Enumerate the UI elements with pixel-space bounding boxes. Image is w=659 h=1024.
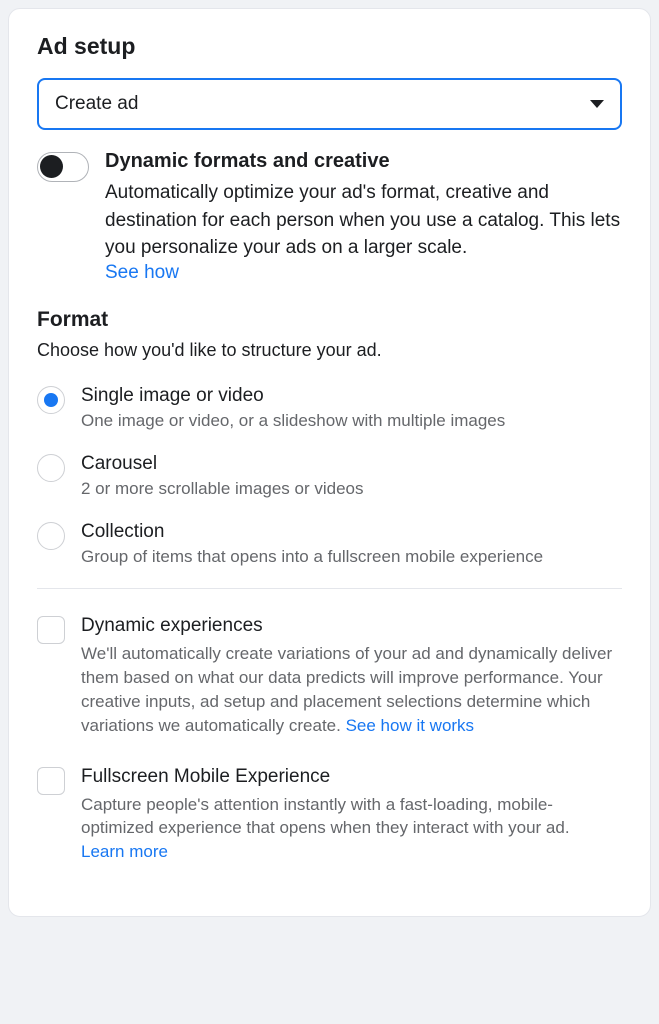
dynamic-creative-description: Automatically optimize your ad's format,…: [105, 179, 622, 262]
dynamic-experiences-description: We'll automatically create variations of…: [81, 642, 622, 737]
format-title: Format: [37, 308, 622, 332]
option-title: Collection: [81, 521, 622, 543]
checkbox-content: Fullscreen Mobile Experience Capture peo…: [81, 766, 622, 864]
fullscreen-mobile-description: Capture people's attention instantly wit…: [81, 793, 622, 864]
format-option-single[interactable]: Single image or video One image or video…: [37, 385, 622, 433]
option-title: Single image or video: [81, 385, 622, 407]
select-value: Create ad: [55, 93, 138, 115]
see-how-it-works-link[interactable]: See how it works: [346, 716, 475, 735]
page-title: Ad setup: [37, 33, 622, 60]
learn-more-link[interactable]: Learn more: [81, 842, 168, 861]
radio-content: Carousel 2 or more scrollable images or …: [81, 453, 622, 501]
option-description: Group of items that opens into a fullscr…: [81, 546, 622, 569]
dynamic-experiences-checkbox[interactable]: [37, 616, 65, 644]
fullscreen-mobile-row: Fullscreen Mobile Experience Capture peo…: [37, 766, 622, 864]
format-option-carousel[interactable]: Carousel 2 or more scrollable images or …: [37, 453, 622, 501]
option-description: 2 or more scrollable images or videos: [81, 478, 622, 501]
radio-collection[interactable]: [37, 522, 65, 550]
format-option-collection[interactable]: Collection Group of items that opens int…: [37, 521, 622, 569]
checkbox-content: Dynamic experiences We'll automatically …: [81, 615, 622, 737]
ad-setup-card: Ad setup Create ad Dynamic formats and c…: [8, 8, 651, 917]
format-subtitle: Choose how you'd like to structure your …: [37, 340, 622, 361]
dynamic-experiences-title: Dynamic experiences: [81, 615, 622, 637]
fullscreen-mobile-title: Fullscreen Mobile Experience: [81, 766, 622, 788]
description-text: Capture people's attention instantly wit…: [81, 795, 570, 838]
radio-content: Single image or video One image or video…: [81, 385, 622, 433]
divider: [37, 588, 622, 589]
create-ad-select[interactable]: Create ad: [37, 78, 622, 130]
radio-content: Collection Group of items that opens int…: [81, 521, 622, 569]
toggle-knob: [40, 155, 63, 178]
chevron-down-icon: [590, 100, 604, 108]
radio-carousel[interactable]: [37, 454, 65, 482]
dynamic-creative-toggle[interactable]: [37, 152, 89, 182]
radio-single-image[interactable]: [37, 386, 65, 414]
dynamic-creative-content: Dynamic formats and creative Automatical…: [105, 150, 622, 284]
fullscreen-mobile-checkbox[interactable]: [37, 767, 65, 795]
see-how-link[interactable]: See how: [105, 262, 179, 283]
option-description: One image or video, or a slideshow with …: [81, 410, 622, 433]
option-title: Carousel: [81, 453, 622, 475]
dynamic-experiences-row: Dynamic experiences We'll automatically …: [37, 615, 622, 737]
dynamic-creative-row: Dynamic formats and creative Automatical…: [37, 150, 622, 284]
dynamic-creative-title: Dynamic formats and creative: [105, 150, 622, 173]
